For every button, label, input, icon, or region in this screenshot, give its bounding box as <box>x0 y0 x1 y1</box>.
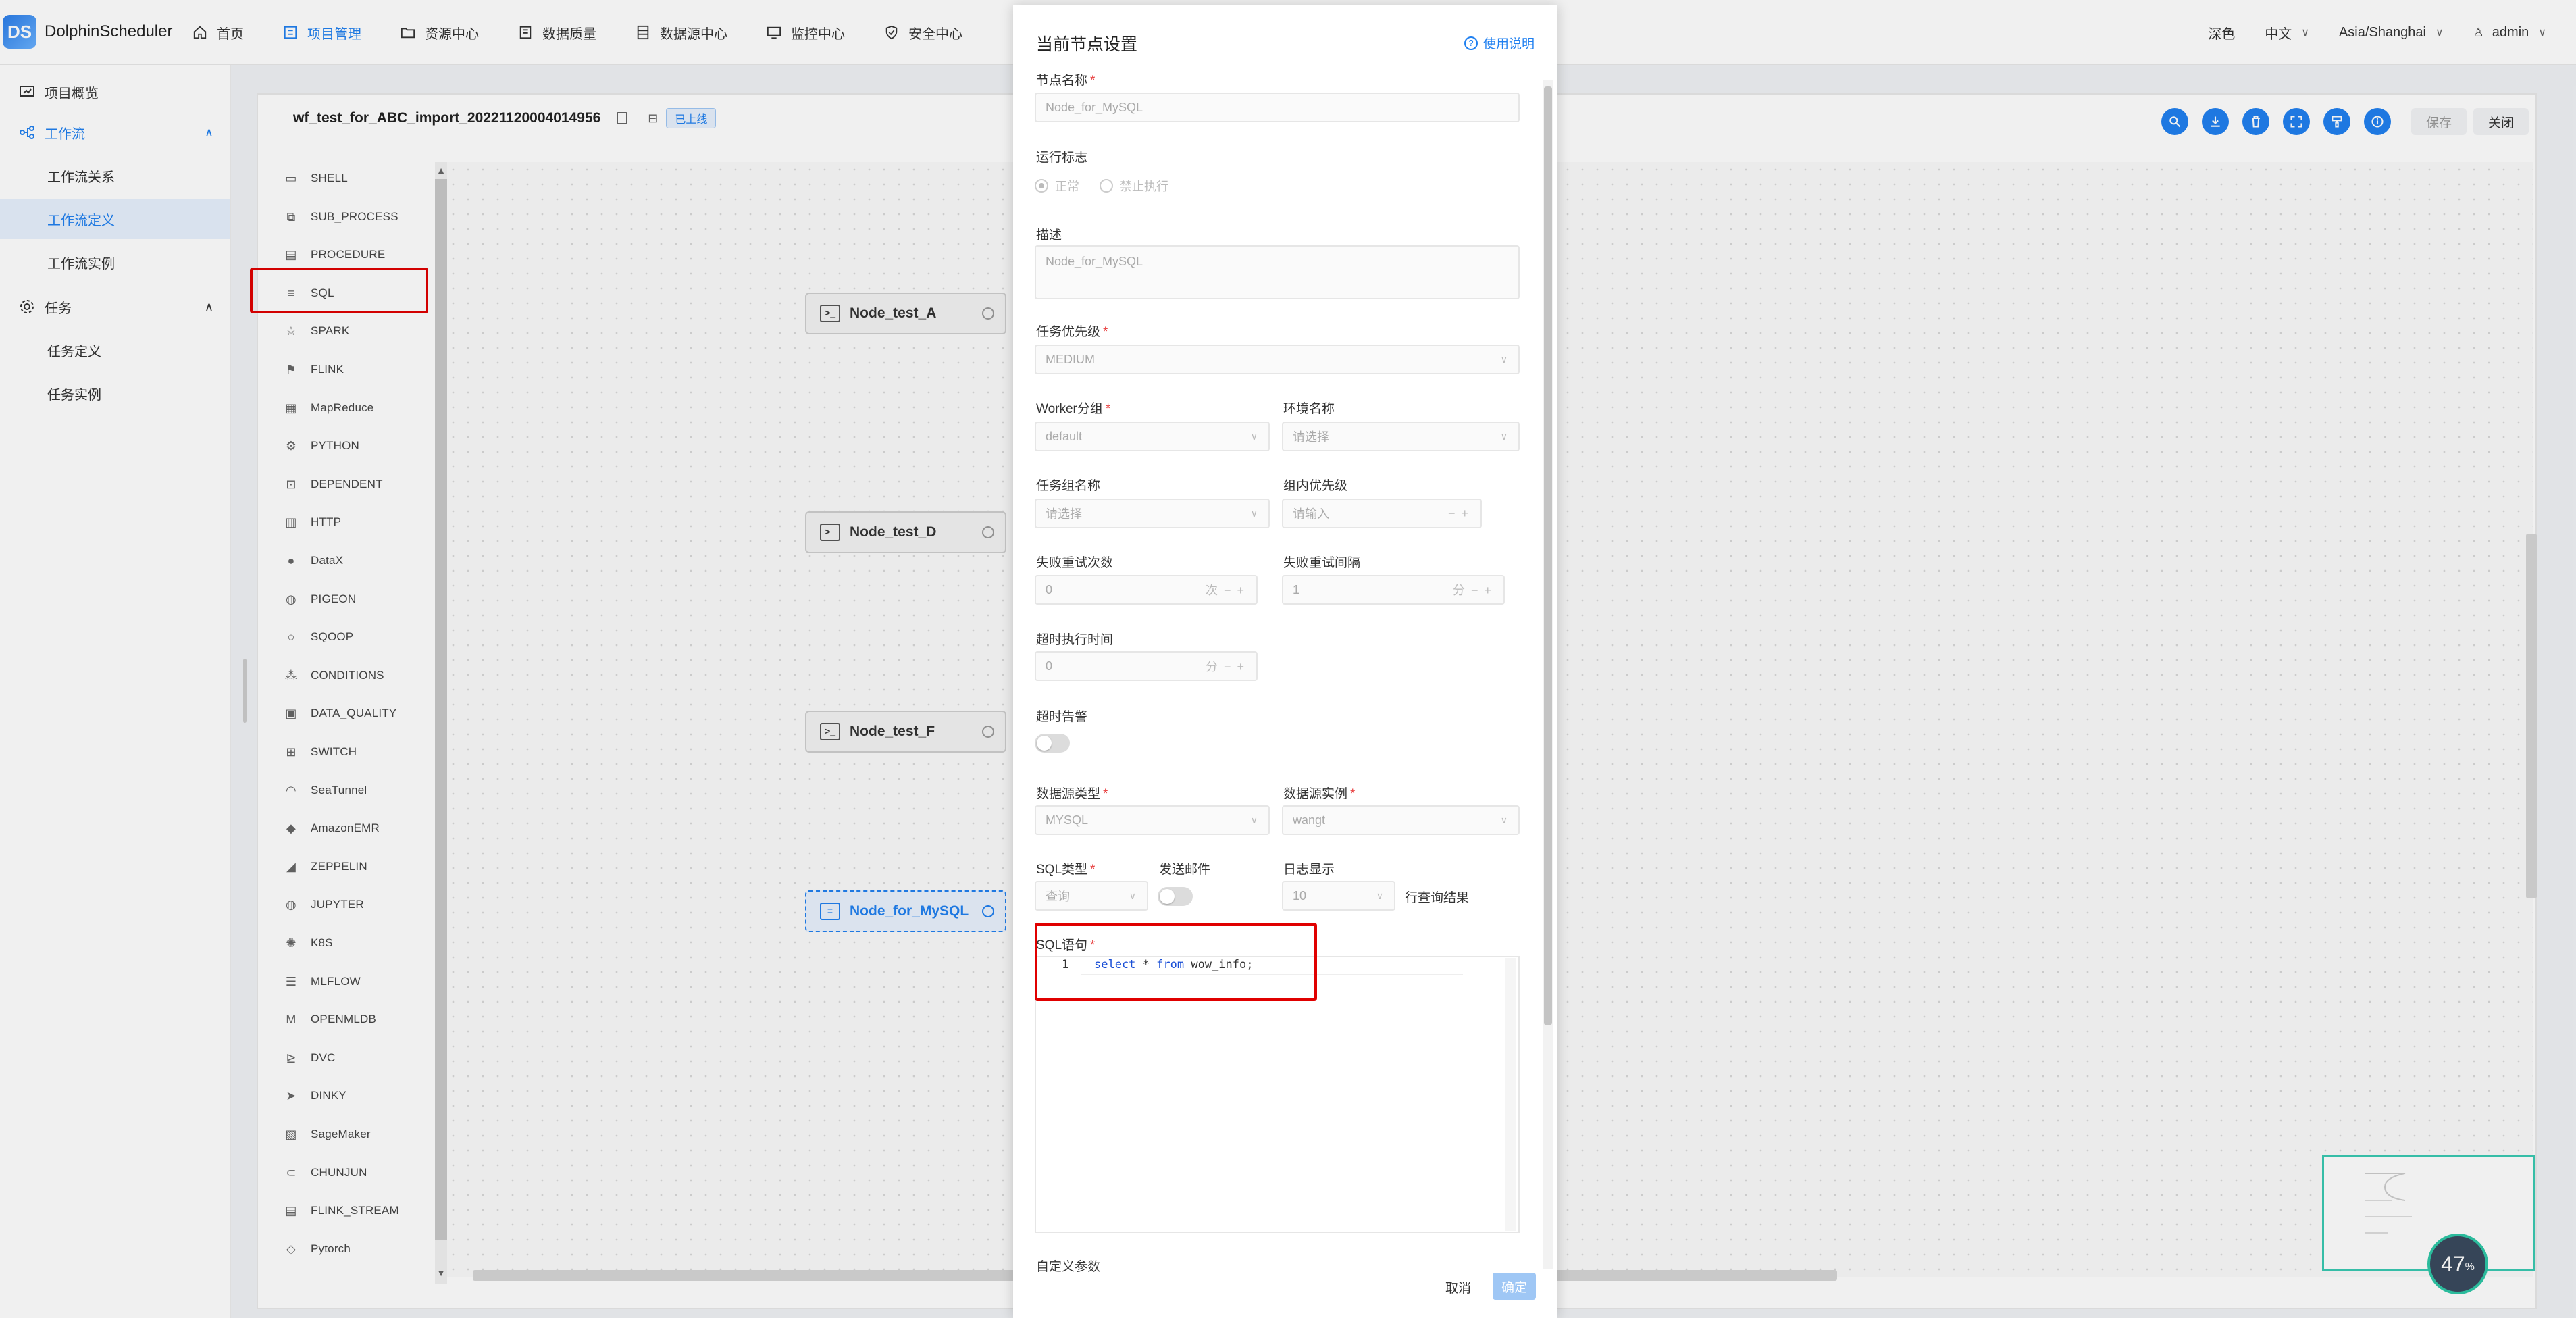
help-label: 使用说明 <box>1483 37 1535 51</box>
chevron-down-icon: ∨ <box>1500 430 1508 442</box>
chevron-down-icon: ∨ <box>1376 890 1383 901</box>
retry-interval-label: 失败重试间隔 <box>1283 556 1361 570</box>
datasource-instance-select[interactable]: wangt ∨ <box>1282 805 1520 835</box>
environment-label: 环境名称 <box>1283 402 1335 416</box>
send-email-switch[interactable] <box>1158 887 1193 906</box>
stepper-icon[interactable]: − + <box>1448 507 1470 521</box>
environment-select[interactable]: 请选择 ∨ <box>1282 422 1520 451</box>
retry-times-value: 0 <box>1046 582 1053 597</box>
run-flag-forbid-radio[interactable]: 禁止执行 <box>1100 177 1168 195</box>
question-icon: ? <box>1464 36 1478 50</box>
retry-times-label: 失败重试次数 <box>1036 556 1114 570</box>
retry-times-stepper[interactable]: 0 次 − + <box>1035 575 1258 605</box>
datasource-type-select[interactable]: MYSQL ∨ <box>1035 805 1270 835</box>
log-display-label: 日志显示 <box>1283 863 1335 877</box>
chevron-down-icon: ∨ <box>1250 430 1258 442</box>
highlight-sql-statement <box>1035 923 1317 1001</box>
retry-interval-stepper[interactable]: 1 分 − + <box>1282 575 1505 605</box>
run-flag-normal-radio[interactable]: 正常 <box>1035 177 1079 195</box>
group-priority-input[interactable]: 请输入 − + <box>1282 499 1482 528</box>
task-group-label: 任务组名称 <box>1036 479 1101 493</box>
confirm-button[interactable]: 确定 <box>1493 1273 1536 1300</box>
help-link[interactable]: ? 使用说明 <box>1464 34 1535 52</box>
node-name-label: 节点名称 * <box>1036 74 1096 88</box>
datasource-type-value: MYSQL <box>1046 813 1089 827</box>
timeout-alarm-label: 超时告警 <box>1036 710 1088 724</box>
radio-unchecked-icon <box>1100 179 1113 193</box>
sql-type-value: 查询 <box>1046 890 1070 903</box>
send-email-label: 发送邮件 <box>1159 863 1211 877</box>
log-display-value: 10 <box>1293 888 1307 903</box>
sql-type-select[interactable]: 查询 ∨ <box>1035 881 1148 911</box>
priority-select[interactable]: MEDIUM ∨ <box>1035 345 1520 374</box>
drawer-title: 当前节点设置 <box>1036 35 1138 54</box>
timeout-stepper[interactable]: 0 分 − + <box>1035 651 1258 681</box>
priority-value: MEDIUM <box>1046 352 1095 366</box>
group-priority-placeholder: 请输入 <box>1293 507 1329 521</box>
radio-checked-icon <box>1035 179 1048 193</box>
description-textarea[interactable]: Node_for_MySQL <box>1035 245 1520 299</box>
log-display-select[interactable]: 10 ∨ <box>1282 881 1395 911</box>
timeout-suffix: 分 − + <box>1205 660 1245 674</box>
worker-group-select[interactable]: default ∨ <box>1035 422 1270 451</box>
worker-group-label: Worker分组 * <box>1036 402 1111 416</box>
log-display-suffix: 行查询结果 <box>1405 891 1470 905</box>
node-name-input[interactable]: Node_for_MySQL <box>1035 93 1520 122</box>
task-group-placeholder: 请选择 <box>1046 507 1082 521</box>
description-label: 描述 <box>1036 228 1062 243</box>
sql-type-label: SQL类型 * <box>1036 863 1096 877</box>
chevron-down-icon: ∨ <box>1129 890 1136 901</box>
custom-params-label: 自定义参数 <box>1036 1260 1101 1274</box>
radio-label: 正常 <box>1055 180 1079 193</box>
drawer-scrollbar-thumb[interactable] <box>1544 86 1552 1025</box>
timeout-alarm-switch[interactable] <box>1035 734 1070 753</box>
datasource-type-label: 数据源类型 * <box>1036 787 1108 801</box>
environment-placeholder: 请选择 <box>1293 430 1329 444</box>
priority-label: 任务优先级 * <box>1036 325 1108 339</box>
chevron-down-icon: ∨ <box>1250 814 1258 826</box>
chevron-down-icon: ∨ <box>1500 353 1508 365</box>
worker-group-value: default <box>1046 429 1083 443</box>
retry-times-suffix: 次 − + <box>1205 584 1245 597</box>
cancel-button[interactable]: 取消 <box>1445 1278 1471 1296</box>
sql-editor-scrollbar[interactable] <box>1505 958 1516 1231</box>
run-flag-label: 运行标志 <box>1036 151 1088 165</box>
task-group-select[interactable]: 请选择 ∨ <box>1035 499 1270 528</box>
radio-label: 禁止执行 <box>1120 180 1168 193</box>
chevron-down-icon: ∨ <box>1250 507 1258 519</box>
retry-interval-value: 1 <box>1293 582 1300 597</box>
chevron-down-icon: ∨ <box>1500 814 1508 826</box>
datasource-instance-label: 数据源实例 * <box>1283 787 1356 801</box>
timeout-label: 超时执行时间 <box>1036 633 1114 647</box>
datasource-instance-value: wangt <box>1293 813 1326 827</box>
retry-interval-suffix: 分 − + <box>1452 584 1493 597</box>
group-priority-label: 组内优先级 <box>1283 479 1348 493</box>
timeout-value: 0 <box>1046 659 1053 673</box>
